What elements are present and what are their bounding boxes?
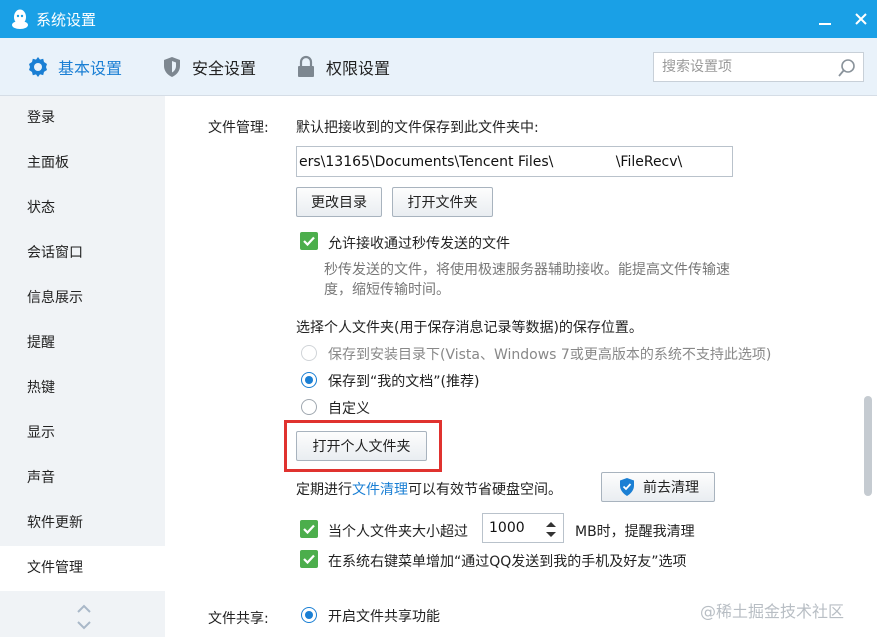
close-icon[interactable] [848, 6, 874, 32]
sidebar-item-status[interactable]: 状态 [0, 186, 165, 231]
radio-custom[interactable] [301, 399, 317, 415]
shield-icon [164, 57, 180, 77]
size-alert-stepper[interactable] [482, 513, 564, 543]
stepper-up-icon[interactable] [545, 520, 557, 528]
tab-bar: 基本设置 安全设置 权限设置 [0, 38, 877, 96]
sidebar-item-info-display[interactable]: 信息展示 [0, 276, 165, 321]
checkmark-icon [303, 524, 315, 535]
qq-penguin-icon [12, 9, 28, 29]
content-scrollbar-thumb[interactable] [864, 396, 872, 496]
sidebar-item-login[interactable]: 登录 [0, 96, 165, 141]
sidebar-item-software-update[interactable]: 软件更新 [0, 501, 165, 546]
size-alert-prefix-label: 当个人文件夹大小超过 [328, 524, 468, 540]
file-share-enable-toggle[interactable] [301, 607, 317, 623]
tab-basic-settings[interactable]: 基本设置 [26, 52, 122, 82]
radio-my-documents-label: 保存到“我的文档”(推荐) [328, 374, 480, 390]
go-clean-button[interactable]: 前去清理 [601, 472, 715, 502]
sidebar-item-reminder[interactable]: 提醒 [0, 321, 165, 366]
tab-security-settings[interactable]: 安全设置 [160, 52, 256, 82]
sidebar-scroll-arrows-icon[interactable] [74, 600, 94, 634]
sidebar-item-file-management[interactable]: 文件管理 [0, 546, 165, 591]
title-bar: 系统设置 [0, 0, 877, 38]
sidebar-item-chat-window[interactable]: 会话窗口 [0, 231, 165, 276]
flash-transfer-label: 允许接收通过秒传发送的文件 [328, 236, 510, 252]
checkmark-icon [303, 554, 315, 565]
shield-clean-icon [620, 478, 634, 496]
minimize-icon[interactable] [812, 6, 838, 32]
lock-icon [298, 55, 314, 77]
sidebar-item-main-panel[interactable]: 主面板 [0, 141, 165, 186]
context-menu-label: 在系统右键菜单增加“通过QQ发送到我的手机及好友”选项 [328, 554, 687, 570]
receive-folder-path-field[interactable] [296, 146, 733, 177]
cleanup-prefix: 定期进行 [296, 482, 352, 498]
flash-transfer-checkbox[interactable] [300, 232, 318, 250]
change-directory-button[interactable]: 更改目录 [296, 187, 382, 217]
sidebar: 登录 主面板 状态 会话窗口 信息展示 提醒 热键 显示 声音 软件更新 文件管… [0, 96, 165, 637]
radio-install-directory-label: 保存到安装目录下(Vista、Windows 7或更高版本的系统不支持此选项) [328, 347, 772, 363]
context-menu-checkbox[interactable] [300, 550, 318, 568]
window-title: 系统设置 [36, 11, 97, 29]
tab-label: 安全设置 [192, 59, 257, 78]
flash-transfer-description-line2: 度，缩短传输时间。 [324, 282, 450, 298]
checkmark-icon [303, 236, 315, 247]
search-box[interactable] [653, 52, 864, 82]
gear-icon [29, 57, 47, 77]
receive-folder-path-input[interactable] [299, 151, 729, 173]
tab-label: 权限设置 [326, 59, 391, 78]
tab-permission-settings[interactable]: 权限设置 [294, 52, 390, 82]
radio-my-documents[interactable] [301, 372, 317, 388]
watermark: @稀土掘金技术社区 [700, 602, 845, 621]
search-icon[interactable] [836, 57, 858, 79]
radio-install-directory [301, 345, 317, 361]
radio-custom-label: 自定义 [328, 401, 370, 417]
file-cleanup-link[interactable]: 文件清理 [352, 482, 408, 498]
cleanup-suffix: 可以有效节省硬盘空间。 [408, 482, 562, 498]
file-management-section-label: 文件管理: [208, 120, 269, 136]
size-alert-suffix-label: MB时，提醒我清理 [575, 524, 695, 540]
sidebar-item-hotkeys[interactable]: 热键 [0, 366, 165, 411]
sidebar-item-display[interactable]: 显示 [0, 411, 165, 456]
open-folder-button[interactable]: 打开文件夹 [392, 187, 493, 217]
flash-transfer-description-line1: 秒传发送的文件，将使用极速服务器辅助接收。能提高文件传输速 [324, 262, 730, 278]
file-share-section-label: 文件共享: [208, 611, 269, 627]
stepper-down-icon[interactable] [545, 531, 557, 539]
go-clean-button-label: 前去清理 [643, 480, 699, 496]
personal-folder-description: 选择个人文件夹(用于保存消息记录等数据)的保存位置。 [296, 320, 643, 336]
tab-label: 基本设置 [58, 59, 123, 78]
save-location-description: 默认把接收到的文件保存到此文件夹中: [296, 120, 539, 136]
file-share-enable-label: 开启文件共享功能 [328, 609, 440, 625]
open-personal-folder-button[interactable]: 打开个人文件夹 [296, 431, 427, 461]
sidebar-item-sound[interactable]: 声音 [0, 456, 165, 501]
size-alert-checkbox[interactable] [300, 520, 318, 538]
cleanup-description: 定期进行文件清理可以有效节省硬盘空间。 [296, 479, 562, 499]
search-input[interactable] [662, 57, 830, 77]
size-alert-input[interactable] [489, 518, 539, 538]
